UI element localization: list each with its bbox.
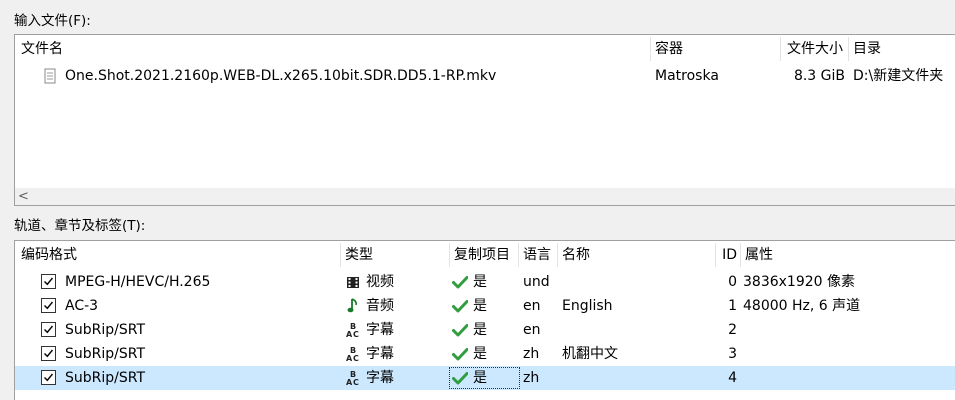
track-checkbox[interactable] (41, 322, 56, 337)
track-codec: AC-3 (65, 298, 99, 314)
track-properties: 3836x1920 像素 (743, 274, 855, 290)
svg-text:C: C (353, 378, 359, 387)
file-name: One.Shot.2021.2160p.WEB-DL.x265.10bit.SD… (65, 68, 497, 84)
input-files-header: 文件名 容器 文件大小 目录 (15, 35, 955, 63)
track-row[interactable]: MPEG-H/HEVC/H.265 视频 是 und 0 3836x1920 像素 (15, 270, 955, 294)
track-row[interactable]: SubRip/SRT B A C 字幕 是 en 2 (15, 318, 955, 342)
column-divider[interactable] (557, 243, 558, 267)
tracks-header: 编码格式 类型 复制项目 语言 名称 ID 属性 (15, 241, 955, 269)
track-properties: 48000 Hz, 6 声道 (743, 298, 861, 314)
file-icon (44, 64, 56, 88)
column-header-size[interactable]: 文件大小 (781, 35, 843, 63)
track-row[interactable]: SubRip/SRT B A C 字幕 是 zh 机翻中文 3 (15, 342, 955, 366)
column-header-filename[interactable]: 文件名 (21, 35, 63, 63)
subtitle-icon: BAC (346, 366, 360, 390)
track-codec: SubRip/SRT (65, 346, 146, 362)
green-check-icon (452, 318, 469, 342)
input-files-label: 输入文件(F): (14, 13, 91, 29)
track-checkbox[interactable] (41, 346, 56, 361)
track-id: 0 (728, 274, 737, 290)
column-header-name[interactable]: 名称 (562, 241, 590, 269)
track-row[interactable]: AC-3 音频 是 en English 1 48000 Hz, 6 声道 (15, 294, 955, 318)
column-divider[interactable] (650, 37, 651, 61)
column-divider[interactable] (449, 243, 450, 267)
column-divider[interactable] (518, 243, 519, 267)
track-copy: 是 (473, 322, 487, 338)
track-type: 视频 (366, 274, 394, 290)
track-codec: MPEG-H/HEVC/H.265 (65, 274, 211, 290)
track-type: 字幕 (366, 370, 394, 386)
track-name: English (562, 298, 613, 314)
column-divider[interactable] (848, 37, 849, 61)
green-check-icon (452, 342, 469, 366)
track-checkbox[interactable] (41, 274, 56, 289)
svg-text:A: A (346, 378, 353, 387)
track-codec: SubRip/SRT (65, 370, 146, 386)
track-language: zh (523, 370, 540, 386)
track-type: 音频 (366, 298, 394, 314)
file-directory: D:\新建文件夹 (853, 68, 944, 84)
column-header-directory[interactable]: 目录 (853, 35, 881, 63)
track-id: 3 (728, 346, 737, 362)
track-codec: SubRip/SRT (65, 322, 146, 338)
svg-text:A: A (346, 354, 353, 363)
column-header-properties[interactable]: 属性 (745, 241, 773, 269)
track-copy: 是 (473, 346, 487, 362)
tracks-list[interactable]: 编码格式 类型 复制项目 语言 名称 ID 属性 MPEG-H/HEVC/H.2… (14, 240, 955, 400)
green-check-icon (452, 294, 469, 318)
track-row[interactable]: SubRip/SRT B A C 字幕是 zh 4 (15, 366, 955, 390)
tracks-label: 轨道、章节及标签(T): (14, 218, 146, 234)
track-name: 机翻中文 (562, 346, 618, 362)
green-check-icon (452, 270, 469, 294)
column-header-codec[interactable]: 编码格式 (21, 241, 77, 269)
track-id: 2 (728, 322, 737, 338)
music-note-icon (346, 294, 360, 318)
horizontal-scrollbar[interactable]: < (15, 188, 955, 205)
svg-text:C: C (353, 330, 359, 339)
track-language: zh (523, 346, 540, 362)
column-header-copy[interactable]: 复制项目 (454, 241, 510, 269)
column-divider[interactable] (340, 243, 341, 267)
track-copy: 是 (473, 274, 487, 290)
track-type: 字幕 (366, 346, 394, 362)
column-header-id[interactable]: ID (715, 241, 737, 269)
file-row[interactable]: One.Shot.2021.2160p.WEB-DL.x265.10bit.SD… (15, 64, 955, 88)
column-header-language[interactable]: 语言 (523, 241, 551, 269)
track-checkbox[interactable] (41, 298, 56, 313)
column-header-container[interactable]: 容器 (655, 35, 683, 63)
track-copy: 是 (473, 298, 487, 314)
file-container: Matroska (655, 68, 719, 84)
film-icon (346, 270, 360, 294)
track-language: en (523, 298, 541, 314)
column-divider[interactable] (740, 243, 741, 267)
track-language: en (523, 322, 541, 338)
input-files-list[interactable]: 文件名 容器 文件大小 目录 One.Shot.2021.2160p.WEB-D… (14, 34, 955, 206)
track-language: und (523, 274, 550, 290)
svg-text:C: C (353, 354, 359, 363)
track-checkbox[interactable] (41, 370, 56, 385)
focus-rectangle (449, 367, 520, 389)
track-id: 4 (728, 370, 737, 386)
subtitle-icon: BAC (346, 318, 360, 342)
track-id: 1 (728, 298, 737, 314)
file-size: 8.3 GiB (793, 68, 845, 84)
track-type: 字幕 (366, 322, 394, 338)
subtitle-icon: BAC (346, 342, 360, 366)
scroll-left-icon[interactable]: < (18, 188, 29, 205)
column-header-type[interactable]: 类型 (345, 241, 373, 269)
svg-text:A: A (346, 330, 353, 339)
